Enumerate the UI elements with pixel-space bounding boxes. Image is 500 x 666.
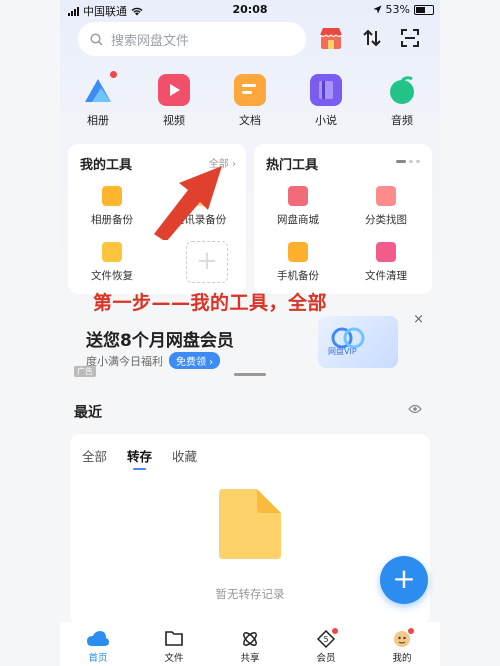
badge-dot	[408, 628, 414, 634]
store-icon[interactable]	[318, 26, 344, 50]
share-icon	[243, 632, 257, 646]
quick-label: 小说	[315, 114, 337, 127]
audio-icon	[386, 74, 418, 106]
scan-icon[interactable]	[400, 28, 420, 48]
annotation-text: 第一步——我的工具，全部	[93, 292, 328, 314]
ad-tag: 广告	[74, 366, 96, 377]
tab-favorites[interactable]: 收藏	[172, 446, 197, 465]
tool-label: 文件恢复	[91, 270, 133, 282]
folder-icon	[165, 631, 183, 646]
transfer-icon[interactable]	[362, 28, 382, 48]
app-screen: 中国联通 20:08 53% 搜索网盘文件 相册 视频 文档 小说 音频 我的工…	[60, 0, 440, 666]
tool-image-search[interactable]: 分类找图	[346, 186, 426, 227]
tab-label: 文件	[164, 653, 184, 664]
tab-files[interactable]: 文件	[144, 630, 204, 664]
close-icon[interactable]: ×	[413, 312, 424, 327]
tab-home[interactable]: 首页	[68, 630, 128, 664]
home-cloud-icon	[87, 631, 109, 646]
album-icon	[82, 71, 117, 106]
battery-percent: 53%	[385, 3, 410, 16]
vip-card-label: 网盘VIP	[328, 347, 357, 356]
recent-card: 全部 转存 收藏 暂无转存记录	[70, 434, 430, 624]
tool-label: 分类找图	[365, 214, 407, 226]
tool-label: 手机备份	[277, 270, 319, 282]
empty-file-icon	[219, 489, 281, 559]
tab-label: 首页	[88, 653, 108, 664]
tab-membership[interactable]: 5 会员	[296, 628, 356, 664]
quick-label: 音频	[391, 114, 413, 127]
tab-mine[interactable]: 我的	[372, 628, 432, 664]
quick-item-audio[interactable]: 音频	[372, 74, 432, 128]
vip-card-image: 网盘VIP	[318, 316, 398, 368]
tab-all[interactable]: 全部	[82, 446, 107, 465]
file-restore-icon	[102, 242, 122, 262]
quick-item-novel[interactable]: 小说	[296, 74, 356, 128]
hot-tools-title: 热门工具	[266, 158, 319, 173]
quick-label: 文档	[239, 114, 261, 127]
status-right: 53%	[373, 3, 434, 16]
ad-banner[interactable]: 送您8个月网盘会员 度小满今日福利 免费领 › 广告 网盘VIP ×	[70, 312, 430, 382]
quick-item-document[interactable]: 文档	[220, 74, 280, 128]
quick-entries: 相册 视频 文档 小说 音频	[60, 71, 440, 128]
tool-label: 文件清理	[365, 270, 407, 282]
quick-label: 相册	[87, 114, 109, 127]
document-icon	[234, 74, 266, 106]
novel-icon	[310, 74, 342, 106]
tool-file-clean[interactable]: 文件清理	[346, 242, 426, 283]
tool-label: 网盘商城	[277, 214, 319, 226]
svg-text:5: 5	[323, 635, 328, 644]
tab-label: 我的	[392, 653, 412, 664]
quick-item-video[interactable]: 视频	[144, 74, 204, 128]
badge-dot	[332, 628, 338, 634]
top-actions	[318, 26, 420, 50]
search-icon	[90, 32, 103, 46]
recent-title: 最近	[74, 405, 102, 421]
my-tools-title: 我的工具	[80, 158, 133, 173]
phone-backup-icon	[288, 242, 308, 262]
image-search-icon	[376, 186, 396, 206]
tool-album-backup[interactable]: 相册备份	[72, 186, 152, 227]
add-fab-button[interactable]: +	[380, 556, 428, 604]
battery-icon	[414, 4, 434, 15]
location-icon	[373, 5, 382, 14]
ad-title: 送您8个月网盘会员	[86, 331, 234, 351]
tab-transfer[interactable]: 转存	[127, 446, 152, 470]
pager-dots	[396, 160, 420, 163]
status-bar: 中国联通 20:08 53%	[60, 0, 440, 20]
album-backup-icon	[102, 186, 122, 206]
video-icon	[158, 74, 190, 106]
search-placeholder: 搜索网盘文件	[111, 33, 190, 49]
tab-label: 共享	[240, 653, 260, 664]
quick-item-album[interactable]: 相册	[68, 71, 128, 128]
tool-file-restore[interactable]: 文件恢复	[72, 242, 152, 283]
ad-subtitle-text: 度小满今日福利	[86, 354, 163, 368]
tool-store[interactable]: 网盘商城	[258, 186, 338, 227]
drag-handle[interactable]	[234, 373, 266, 376]
annotation-arrow-icon	[154, 166, 222, 240]
file-clean-icon	[376, 242, 396, 262]
quick-label: 视频	[163, 114, 185, 127]
hot-tools-card: 热门工具 网盘商城 分类找图 手机备份 文件清理	[254, 144, 432, 294]
store-icon	[288, 186, 308, 206]
empty-message: 暂无转存记录	[215, 587, 285, 601]
recent-tabs: 全部 转存 收藏	[82, 446, 197, 470]
tab-share[interactable]: 共享	[220, 630, 280, 664]
ad-free-button[interactable]: 免费领 ›	[169, 352, 221, 369]
ad-subtitle: 度小满今日福利 免费领 ›	[86, 352, 221, 369]
search-bar[interactable]: 搜索网盘文件	[78, 22, 306, 56]
bottom-tab-bar: 首页 文件 共享 5 会员 我的	[60, 622, 440, 666]
eye-icon[interactable]	[408, 404, 422, 414]
add-tool-button[interactable]: +	[186, 241, 228, 283]
tab-label: 会员	[316, 653, 336, 664]
badge-dot	[110, 71, 117, 78]
tool-label: 相册备份	[91, 214, 133, 226]
tool-phone-backup[interactable]: 手机备份	[258, 242, 338, 283]
